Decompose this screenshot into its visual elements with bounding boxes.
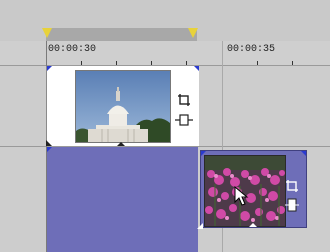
crop-icon[interactable] [285,179,299,193]
ruler-tick [186,61,187,65]
capitol-building-thumbnail [75,70,171,143]
clip-center-marker [249,223,257,227]
clip-out-marker [194,66,199,71]
ruler-tick [151,61,152,65]
crop-icon[interactable] [177,93,191,107]
capitol-clip[interactable] [46,66,199,146]
timeline-panel[interactable]: 00:00:30 00:00:35 [0,0,330,252]
arrow-pointer-icon [234,185,250,206]
overlay-edge-marker [197,223,203,229]
work-area-in-marker[interactable] [42,28,52,38]
timecode-label-next: 00:00:35 [227,44,276,55]
overlay-region[interactable] [46,147,198,252]
clip-out-marker [301,151,306,156]
motion-icon[interactable] [285,198,299,212]
ruler-tick [292,61,293,65]
clip-edge-marker [46,140,52,146]
motion-icon[interactable] [175,113,193,127]
flowers-clip[interactable] [200,150,307,228]
work-area-bar[interactable] [46,28,197,41]
clip-center-marker [117,142,125,146]
ruler-tick [257,61,258,65]
ruler-tick [116,61,117,65]
ruler-tick [81,61,82,65]
timecode-label-start: 00:00:30 [48,44,97,55]
time-ruler[interactable]: 00:00:30 00:00:35 [0,41,330,66]
work-area-out-marker[interactable] [188,28,198,38]
clip-in-marker [47,66,52,71]
